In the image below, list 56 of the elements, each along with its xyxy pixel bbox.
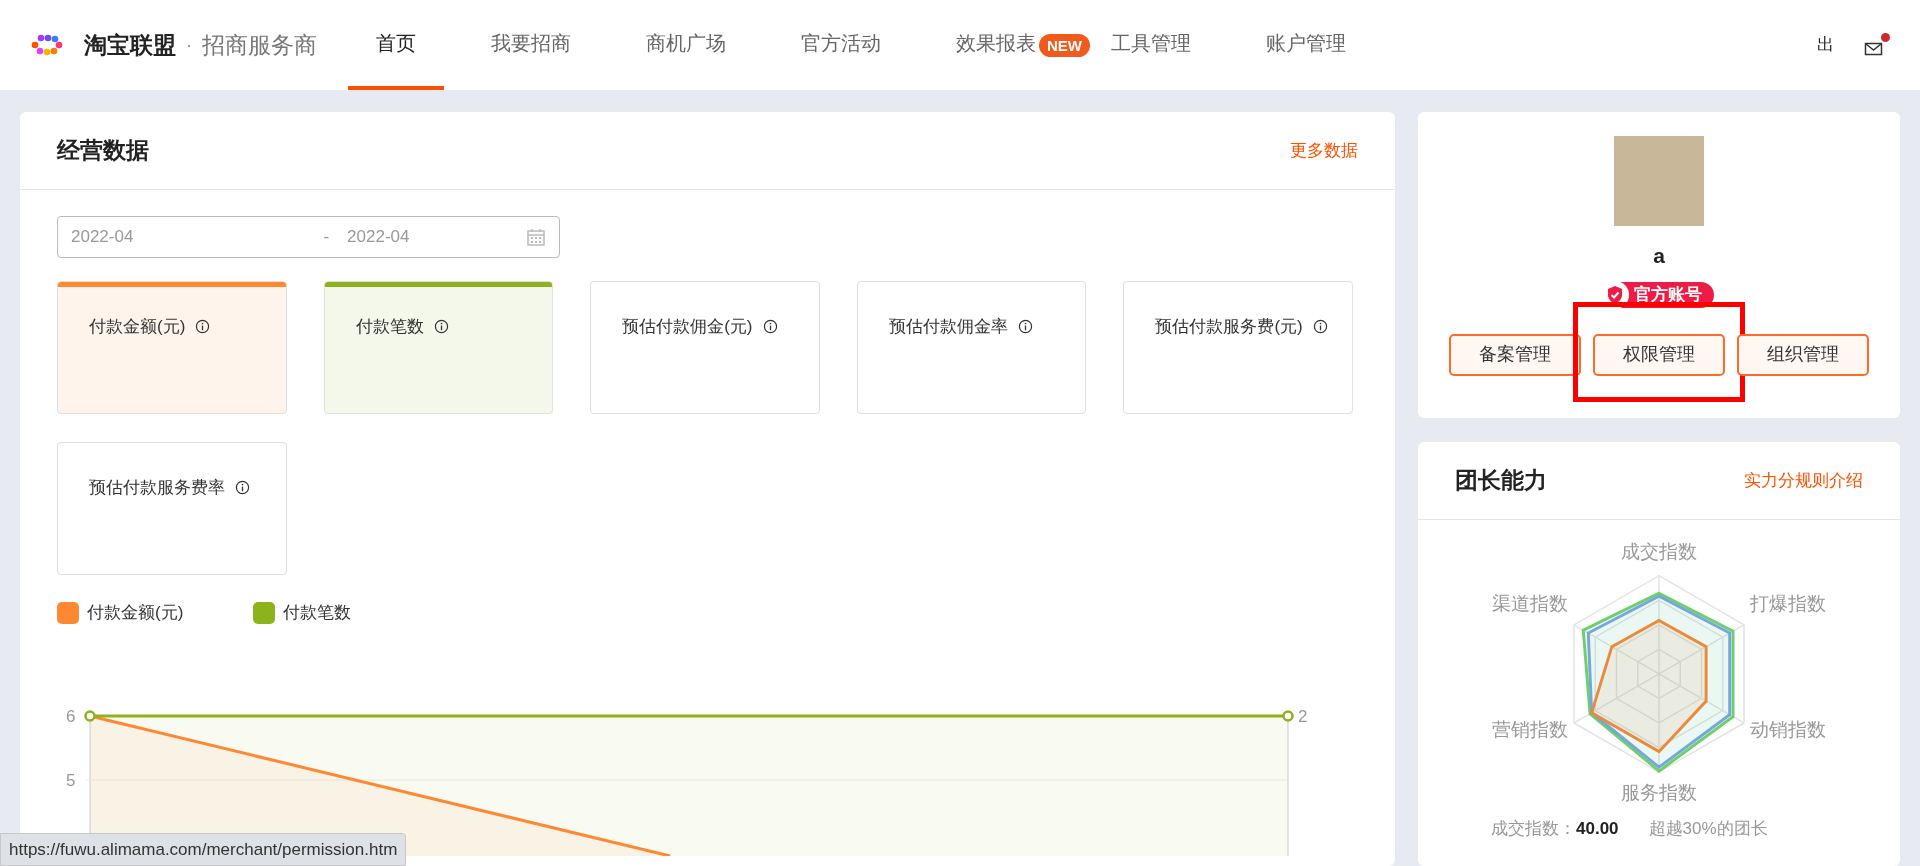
legend-label: 付款笔数 bbox=[283, 602, 352, 624]
legend-label: 付款金额(元) bbox=[87, 602, 184, 624]
radar-axis-label: 动销指数 bbox=[1750, 718, 1827, 741]
manage-button[interactable]: 权限管理 bbox=[1593, 333, 1725, 376]
badge-label: 官方账号 bbox=[1634, 283, 1702, 306]
metric-card[interactable]: 预估付款服务费率 bbox=[57, 442, 287, 575]
nav-tab[interactable]: 首页 bbox=[348, 0, 444, 90]
profile-name: a bbox=[1653, 243, 1665, 269]
radar-axis-label: 渠道指数 bbox=[1491, 591, 1568, 614]
date-separator: - bbox=[323, 226, 330, 249]
metric-card[interactable]: 付款笔数 bbox=[323, 281, 554, 414]
manage-button[interactable]: 组织管理 bbox=[1737, 333, 1869, 376]
metric-label: 预估付款服务费(元) bbox=[1155, 316, 1303, 338]
mail-icon[interactable] bbox=[1864, 41, 1884, 57]
right-axis-label: 2 bbox=[1298, 706, 1308, 726]
metric-label: 预估付款服务费率 bbox=[89, 477, 225, 499]
info-icon bbox=[1017, 319, 1033, 335]
manage-button[interactable]: 备案管理 bbox=[1449, 333, 1581, 376]
metric-label: 付款金额(元) bbox=[89, 316, 186, 338]
status-url-tooltip: https://fuwu.alimama.com/merchant/permission.htm bbox=[0, 832, 407, 866]
radar-axis-label: 营销指数 bbox=[1491, 718, 1568, 741]
radar-axis-label: 成交指数 bbox=[1621, 540, 1697, 563]
summary-label: 成交指数： bbox=[1491, 818, 1576, 840]
new-badge: NEW bbox=[1039, 34, 1090, 57]
logo-icon bbox=[30, 33, 64, 57]
nav-tab[interactable]: 官方活动 bbox=[773, 0, 909, 90]
nav-tab[interactable]: 商机广场 bbox=[618, 0, 754, 90]
start-date: 2022-04 bbox=[71, 226, 134, 249]
y-axis-label: 6 bbox=[66, 706, 76, 726]
metric-label: 付款笔数 bbox=[355, 316, 424, 338]
info-icon bbox=[433, 319, 449, 335]
summary-value: 40.00 bbox=[1576, 818, 1619, 840]
info-icon bbox=[762, 319, 778, 335]
logout-link[interactable]: 出 bbox=[1817, 32, 1834, 58]
metric-card[interactable]: 预估付款服务费(元) bbox=[1123, 281, 1353, 414]
summary-note: 超越30%的团长 bbox=[1648, 818, 1768, 840]
card-title: 团长能力 bbox=[1455, 466, 1547, 496]
card-title: 经营数据 bbox=[57, 136, 149, 166]
metric-card[interactable]: 付款金额(元) bbox=[57, 281, 287, 414]
brand-separator: · bbox=[186, 33, 192, 57]
metric-card[interactable]: 预估付款佣金率 bbox=[856, 281, 1087, 414]
metric-card[interactable]: 预估付款佣金(元) bbox=[590, 281, 820, 414]
nav-tab[interactable]: 账户管理 bbox=[1238, 0, 1374, 90]
metric-label: 预估付款佣金(元) bbox=[622, 316, 753, 338]
metric-label: 预估付款佣金率 bbox=[888, 316, 1008, 338]
end-date: 2022-04 bbox=[347, 226, 410, 249]
radar-axis-label: 打爆指数 bbox=[1750, 591, 1827, 614]
calendar-icon bbox=[526, 227, 546, 247]
radar-axis-label: 服务指数 bbox=[1621, 781, 1697, 804]
nav-tab[interactable]: 我要招商 bbox=[463, 0, 599, 90]
info-icon bbox=[195, 319, 211, 335]
info-icon bbox=[1312, 319, 1328, 335]
brand-subtitle: 招商服务商 bbox=[202, 30, 317, 60]
y-axis-label: 5 bbox=[66, 770, 76, 790]
info-icon bbox=[235, 480, 250, 496]
brand-name: 淘宝联盟 bbox=[84, 30, 176, 60]
